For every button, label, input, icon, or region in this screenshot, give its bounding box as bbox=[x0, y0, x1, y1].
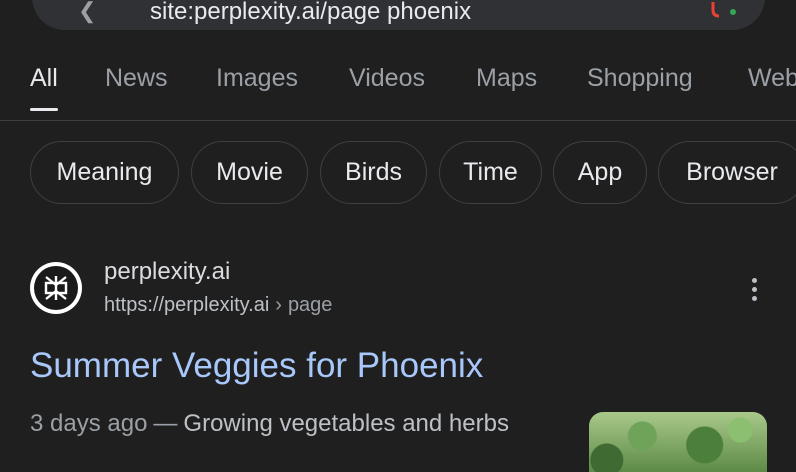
result-date: 3 days ago bbox=[30, 410, 148, 437]
search-bar[interactable]: ❮ site:perplexity.ai/page phoenix bbox=[32, 0, 765, 30]
result-url-domain: https://perplexity.ai bbox=[104, 294, 270, 316]
search-query[interactable]: site:perplexity.ai/page phoenix bbox=[150, 0, 690, 26]
chip-browser[interactable]: Browser bbox=[658, 141, 796, 204]
perplexity-logo-icon[interactable] bbox=[30, 262, 82, 314]
search-icon[interactable]: ❮ bbox=[78, 0, 96, 24]
tab-all[interactable]: All bbox=[30, 64, 58, 111]
snippet-dash: — bbox=[153, 410, 178, 437]
google-lens-icon[interactable] bbox=[709, 2, 739, 18]
result-thumbnail[interactable] bbox=[589, 412, 767, 472]
tab-news[interactable]: News bbox=[105, 64, 168, 93]
chip-birds[interactable]: Birds bbox=[320, 141, 427, 204]
chip-app[interactable]: App bbox=[553, 141, 647, 204]
search-tabs: All News Images Videos Maps Shopping Web bbox=[0, 62, 796, 121]
search-result: perplexity.ai https://perplexity.ai › page… bbox=[0, 250, 796, 472]
tab-shopping[interactable]: Shopping bbox=[587, 64, 693, 93]
url-separator: › bbox=[275, 294, 282, 316]
suggestion-chips: Meaning Movie Birds Time App Browser bbox=[0, 141, 796, 206]
result-title-link[interactable]: Summer Veggies for Phoenix bbox=[30, 346, 483, 386]
result-snippet-text: Growing vegetables and herbs bbox=[183, 410, 509, 437]
chip-time[interactable]: Time bbox=[439, 141, 542, 204]
result-url-breadcrumb: page bbox=[287, 294, 333, 316]
tab-videos[interactable]: Videos bbox=[349, 64, 425, 93]
tab-maps[interactable]: Maps bbox=[476, 64, 537, 93]
tab-web[interactable]: Web bbox=[748, 64, 796, 93]
chip-movie[interactable]: Movie bbox=[191, 141, 308, 204]
result-url[interactable]: https://perplexity.ai › page bbox=[104, 294, 332, 317]
result-site-name[interactable]: perplexity.ai bbox=[104, 258, 230, 286]
result-snippet: 3 days ago — Growing vegetables and herbs bbox=[30, 410, 509, 438]
tab-images[interactable]: Images bbox=[216, 64, 298, 93]
chip-meaning[interactable]: Meaning bbox=[30, 141, 179, 204]
more-vert-icon[interactable] bbox=[746, 278, 762, 304]
